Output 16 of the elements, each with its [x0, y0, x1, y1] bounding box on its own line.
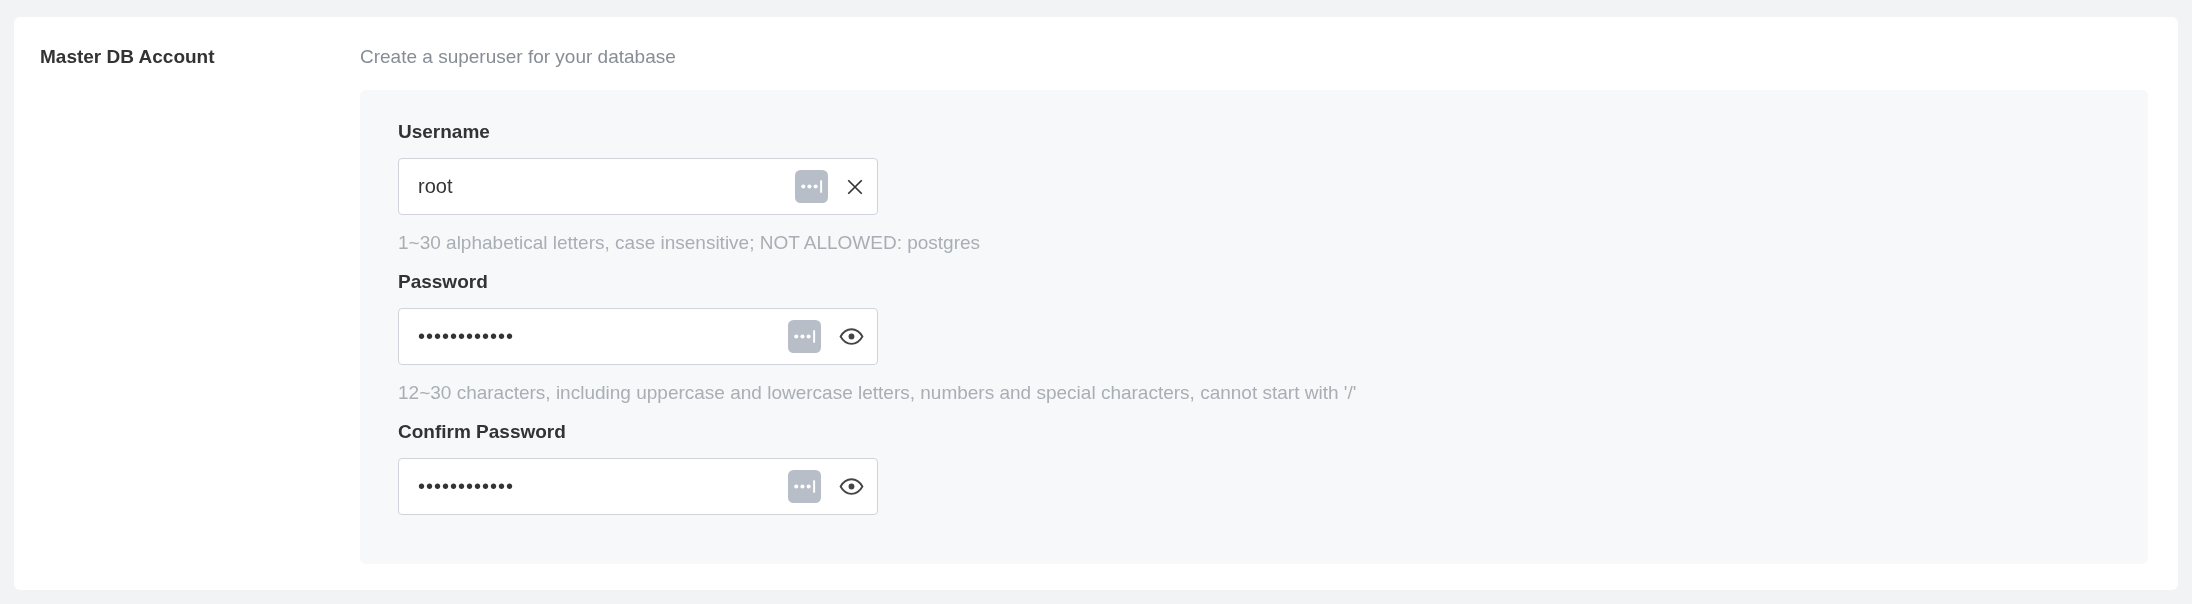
- help-text: 1~30 alphabetical letters, case insensitive; NOT ALLOWED: postgres: [398, 231, 981, 255]
- show-password-button[interactable]: [839, 328, 864, 345]
- close-icon: [846, 177, 864, 196]
- field-label: Password: [398, 269, 488, 294]
- input-field[interactable]: ••••••••••••: [398, 458, 878, 515]
- field-label: Confirm Password: [398, 419, 566, 444]
- field-label: Username: [398, 119, 490, 144]
- section-description: Create a superuser for your database: [360, 45, 677, 69]
- eye-icon: [839, 478, 864, 495]
- input-field[interactable]: ••••••••••••: [398, 308, 878, 365]
- help-text: 12~30 characters, including uppercase and lowercase letters, numbers and special characters, cannot start with '/': [398, 381, 1357, 405]
- eye-icon: [839, 328, 864, 345]
- clear-button[interactable]: [846, 177, 864, 196]
- show-password-button[interactable]: [839, 478, 864, 495]
- section-title: Master DB Account: [40, 46, 215, 67]
- input-field[interactable]: root: [398, 158, 878, 215]
